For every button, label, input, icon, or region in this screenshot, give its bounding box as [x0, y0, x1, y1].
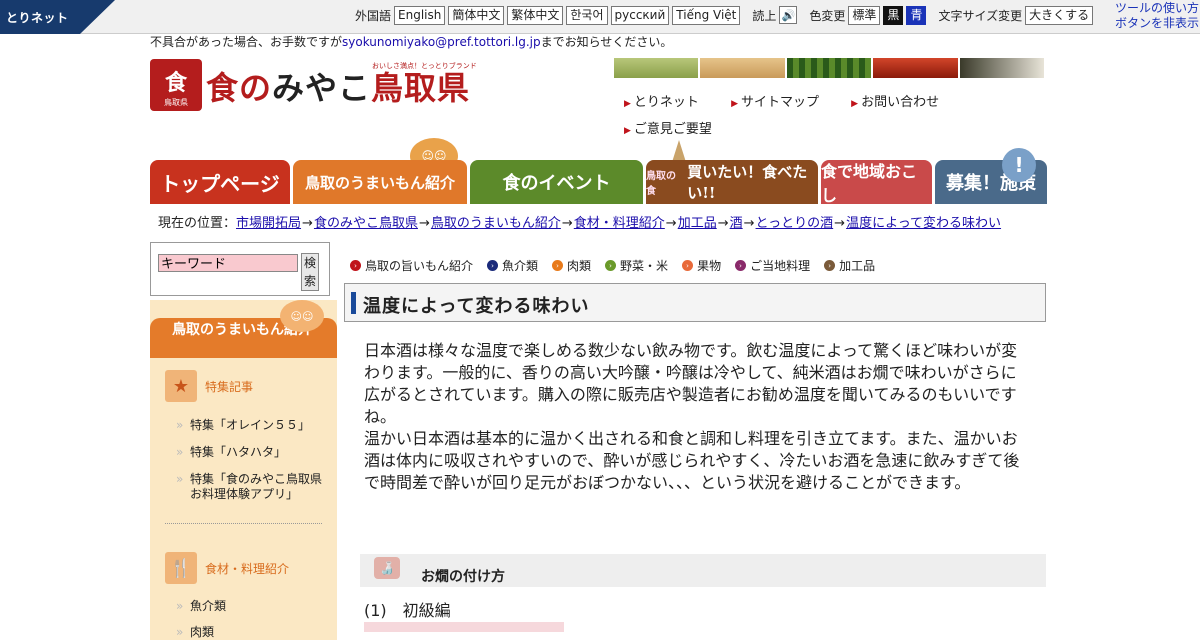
color-blue-button[interactable]: 青 — [906, 5, 927, 25]
sake-cup-icon: 🍶 — [374, 557, 400, 579]
chevron-right-icon: › — [735, 260, 747, 271]
category-meat[interactable]: › 肉類 — [552, 257, 591, 274]
chevron-right-icon: › — [487, 260, 499, 271]
lang-vietnamese-button[interactable]: Tiếng Việt — [672, 5, 741, 25]
nav-buy-eat-star-label: 鳥取の食 — [646, 171, 676, 197]
chevron-right-icon: › — [605, 260, 617, 271]
breadcrumb-item[interactable]: 加工品 — [678, 216, 717, 231]
header-links: とりネット サイトマップ お問い合わせ ご意見ご要望 — [624, 90, 1024, 144]
header-photo-strip — [614, 58, 1045, 78]
photo-watermelon — [786, 58, 872, 78]
global-nav: ☺☺ トップページ 鳥取のうまいもん紹介 食のイベント 鳥取の食 買いたい！食べ… — [150, 138, 1048, 205]
header-link-torinet[interactable]: とりネット — [624, 90, 699, 117]
breadcrumb-item[interactable]: 食のみやこ鳥取県 — [314, 216, 418, 231]
chevron-right-icon: › — [552, 260, 564, 271]
torinet-badge[interactable]: とりネット — [0, 0, 115, 34]
category-umaimon[interactable]: › 鳥取の旨いもん紹介 — [350, 257, 473, 274]
photo-negi — [959, 58, 1045, 78]
breadcrumb-item[interactable]: 鳥取のうまいもん紹介 — [431, 216, 561, 231]
chevron-right-icon: › — [824, 260, 836, 271]
sidebar-section-ingredients[interactable]: 🍴 食材・料理紹介 — [165, 552, 289, 584]
fork-knife-icon: 🍴 — [165, 552, 197, 584]
logo-tagline: おいしさ満点！とっとりブランド — [372, 62, 477, 70]
breadcrumb-current[interactable]: 温度によって変わる味わい — [846, 216, 1001, 231]
photo-dunes — [700, 58, 785, 78]
breadcrumb-item[interactable]: 酒 — [730, 216, 743, 231]
lang-english-button[interactable]: English — [394, 5, 446, 25]
hide-buttons-link[interactable]: ボタンを非表示 — [1115, 16, 1199, 31]
color-black-button[interactable]: 黒 — [883, 5, 904, 25]
section-heading-label: お燗の付け方 — [421, 569, 505, 585]
photo-crab — [873, 58, 958, 78]
site-logo[interactable]: 食 鳥取県 食のみやこ鳥取県 おいしさ満点！とっとりブランド — [150, 59, 480, 114]
contact-email-link[interactable]: syokunomiyako@pref.tottori.lg.jp — [342, 35, 541, 49]
chevron-right-icon: › — [350, 260, 361, 271]
site-search: 検索 — [150, 242, 330, 296]
lang-zh-hant-button[interactable]: 繁体中文 — [507, 5, 564, 25]
header-link-contact[interactable]: お問い合わせ — [851, 90, 939, 117]
fontsize-larger-button[interactable]: 大きくする — [1025, 5, 1094, 25]
breadcrumb: 現在の位置：市場開拓局→食のみやこ鳥取県→鳥取のうまいもん紹介→食材・料理紹介→… — [158, 216, 1002, 231]
toolbar-controls: 外国語 English 簡体中文 繁体中文 한국어 русский Tiếng … — [355, 5, 1094, 25]
lang-russian-button[interactable]: русский — [610, 5, 670, 25]
section-heading: 🍶 お燗の付け方 — [360, 554, 1046, 587]
page-title-box: 温度によって変わる味わい — [344, 283, 1046, 322]
lang-zh-hans-button[interactable]: 簡体中文 — [448, 5, 505, 25]
article-body: 日本酒は様々な温度で楽しめる数少ない飲み物です。飲む温度によって驚くほど味わいが… — [364, 340, 1030, 494]
sidebar-link-cooking-app[interactable]: 特集「食のみやこ鳥取県お料理体験アプリ」 — [176, 472, 330, 502]
sidebar-link-seafood[interactable]: 魚介類 — [176, 599, 330, 614]
error-notice: 不具合があった場合、お手数ですがsyokunomiyako@pref.totto… — [150, 35, 673, 49]
photo-pears — [614, 58, 699, 78]
speaker-icon[interactable]: 🔊 — [779, 6, 798, 24]
exclamation-icon: ! — [1002, 148, 1036, 182]
accessibility-toolbar: とりネット 外国語 English 簡体中文 繁体中文 한국어 русский … — [0, 0, 1200, 34]
category-seafood[interactable]: › 魚介類 — [487, 257, 538, 274]
level-heading: (1) 初級編 — [364, 601, 451, 620]
nav-buy-eat[interactable]: 鳥取の食 買いたい！食べたい!! — [646, 160, 818, 204]
nav-regional[interactable]: 食で地域おこし — [821, 160, 932, 205]
breadcrumb-item[interactable]: 食材・料理紹介 — [574, 216, 665, 231]
search-button[interactable]: 検索 — [301, 253, 319, 291]
search-input[interactable] — [158, 253, 298, 272]
article-paragraph: 日本酒は様々な温度で楽しめる数少ない飲み物です。飲む温度によって驚くほど味わいが… — [364, 341, 1018, 426]
color-change-label: 色変更 — [809, 8, 846, 23]
lang-korean-button[interactable]: 한국어 — [566, 5, 608, 25]
readout-label: 読上 — [752, 8, 777, 23]
sidebar-link-meat[interactable]: 肉類 — [176, 625, 330, 640]
sidebar: 鳥取のうまいもん紹介 ☺☺ ★特集記事 特集「オレイン５５」 特集「ハタハタ」 … — [150, 300, 337, 640]
breadcrumb-item[interactable]: とっとりの酒 — [756, 216, 834, 231]
brand-label: とりネット — [6, 11, 69, 25]
color-standard-button[interactable]: 標準 — [848, 5, 881, 25]
category-links: › 鳥取の旨いもん紹介 › 魚介類 › 肉類 › 野菜・米 › 果物 › ご当地料理 › 加工… — [350, 257, 875, 274]
sidebar-link-olein[interactable]: 特集「オレイン５５」 — [176, 418, 330, 433]
nav-umaimon[interactable]: 鳥取のうまいもん紹介 — [293, 160, 467, 204]
star-icon: ★ — [165, 370, 197, 402]
tool-help-link[interactable]: ツールの使い方 — [1115, 1, 1199, 16]
article-paragraph: 温かい日本酒は基本的に温かく出される和食と調和し料理を引き立てます。また、温かい… — [364, 429, 1020, 492]
title-accent-bar — [351, 292, 356, 314]
nav-top-page[interactable]: トップページ — [150, 160, 290, 204]
level-highlight-bar — [364, 622, 564, 632]
category-vegetables-rice[interactable]: › 野菜・米 — [605, 257, 668, 274]
fontsize-label: 文字サイズ変更 — [938, 8, 1023, 23]
logo-seal: 食 鳥取県 — [150, 59, 202, 111]
category-processed[interactable]: › 加工品 — [824, 257, 875, 274]
breadcrumb-item[interactable]: 市場開拓局 — [236, 216, 301, 231]
foreign-lang-label: 外国語 — [355, 8, 392, 23]
nav-food-events[interactable]: 食のイベント — [470, 160, 643, 204]
sidebar-section-features[interactable]: ★ 特集記事 — [165, 370, 253, 402]
smile-bubble-icon: ☺☺ — [280, 300, 324, 332]
chevron-right-icon: › — [682, 260, 694, 271]
sidebar-link-hatahata[interactable]: 特集「ハタハタ」 — [176, 445, 330, 460]
category-local-cuisine[interactable]: › ご当地料理 — [735, 257, 810, 274]
header-link-sitemap[interactable]: サイトマップ — [731, 90, 819, 117]
category-fruit[interactable]: › 果物 — [682, 257, 721, 274]
toolbar-help-links: ツールの使い方 ボタンを非表示 — [1115, 1, 1199, 31]
sidebar-divider — [165, 523, 322, 524]
page-title: 温度によって変わる味わい — [363, 296, 590, 317]
